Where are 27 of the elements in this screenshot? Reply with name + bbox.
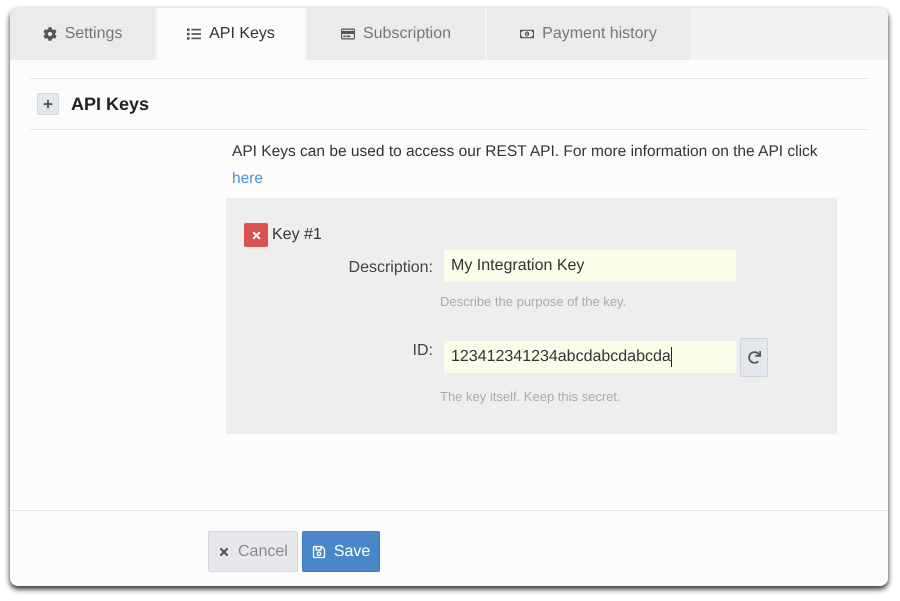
tab[interactable]: Payment history — [487, 8, 690, 60]
help-text: Describe the purpose of the key. — [440, 293, 628, 311]
input-field[interactable]: My Integration Key — [444, 250, 736, 282]
list-icon — [187, 27, 202, 41]
cancel-button[interactable]: Cancel — [208, 531, 298, 572]
add-button[interactable] — [37, 93, 59, 115]
delete-button[interactable] — [244, 223, 268, 247]
field-label: ID: — [412, 340, 434, 360]
plus-icon — [43, 99, 53, 109]
info-link[interactable]: here — [232, 170, 264, 187]
save-button[interactable]: Save — [302, 531, 380, 572]
help-text: The key itself. Keep this secret. — [440, 388, 622, 406]
section-title: API Keys — [71, 92, 150, 116]
refresh-icon — [748, 350, 760, 364]
field-label: Description: — [348, 258, 434, 278]
key-title: Key #1 — [272, 225, 322, 245]
tab[interactable]: Subscription — [307, 8, 485, 60]
banknote-icon — [520, 27, 534, 41]
intro-text: API Keys can be used to access our REST API. For more information on the API click here — [232, 142, 819, 189]
close-icon — [250, 230, 262, 240]
tab[interactable]: Settings — [10, 8, 155, 60]
close-icon — [218, 546, 230, 558]
gear-icon — [42, 27, 57, 41]
input-field[interactable]: 123412341234abcdabcdabcda — [444, 341, 736, 373]
refresh-button[interactable] — [740, 338, 768, 376]
credit-card-icon — [340, 27, 355, 41]
tab[interactable]: API Keys — [157, 8, 305, 60]
